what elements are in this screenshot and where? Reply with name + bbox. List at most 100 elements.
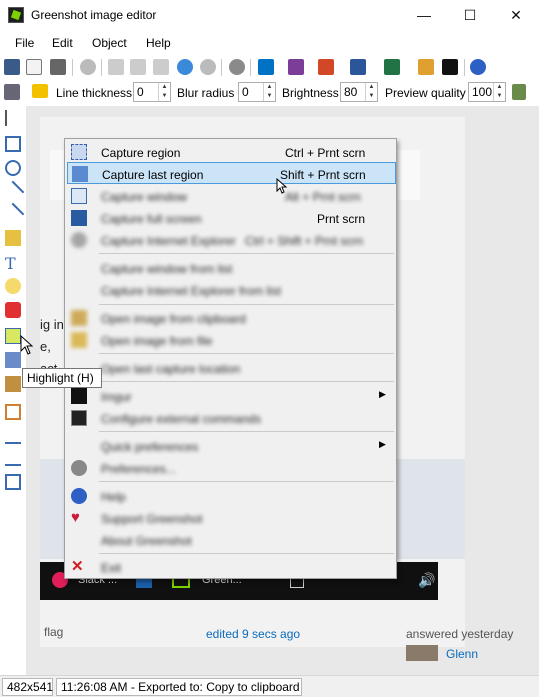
imgur-icon[interactable]	[442, 59, 458, 75]
mouse-cursor-icon	[20, 335, 34, 355]
settings-icon[interactable]	[229, 59, 245, 75]
menu-item-open-file[interactable]: Open image from file	[65, 329, 396, 351]
menu-item-exit[interactable]: ✕ Exit	[65, 556, 396, 578]
select-cursor-icon[interactable]	[5, 110, 21, 126]
menu-item-help[interactable]: Help	[65, 485, 396, 507]
highlight-tooltip: Highlight (H)	[22, 368, 102, 388]
image-dimensions: 482x541	[2, 678, 53, 696]
onenote-icon[interactable]	[288, 59, 304, 75]
edited-link[interactable]: edited 9 secs ago	[206, 627, 300, 641]
menu-item-capture-region[interactable]: Capture region Ctrl + Prnt scrn	[65, 141, 396, 163]
window-icon	[71, 188, 87, 204]
maximize-button[interactable]: ☐	[447, 0, 493, 31]
mouse-cursor-icon	[276, 178, 288, 194]
line-icon[interactable]	[1, 180, 25, 204]
word-icon[interactable]	[350, 59, 366, 75]
menu-item-last-capture-location[interactable]: Open last capture location	[65, 357, 396, 379]
clipboard-icon	[71, 310, 87, 326]
menu-item-capture-window[interactable]: Capture window Alt + Prnt scrn	[65, 185, 396, 207]
outlook-icon[interactable]	[258, 59, 274, 75]
magic-wand-icon[interactable]	[5, 376, 21, 392]
submenu-arrow-icon: ▶	[379, 439, 386, 449]
resize-icon[interactable]	[5, 474, 21, 490]
menu-item-support[interactable]: ♥ Support Greenshot	[65, 507, 396, 529]
brightness-label: Brightness	[282, 86, 339, 100]
menu-item-about[interactable]: About Greenshot	[65, 529, 396, 551]
greenshot-context-menu: Capture region Ctrl + Prnt scrn Capture …	[64, 138, 397, 579]
user-link[interactable]: Glenn	[446, 647, 478, 661]
menu-item-external-commands[interactable]: Configure external commands	[65, 407, 396, 429]
rectangle-icon[interactable]	[5, 136, 21, 152]
cut-icon[interactable]	[108, 59, 124, 75]
menu-file[interactable]: File	[15, 36, 34, 50]
command-icon	[71, 410, 87, 426]
menu-item-ie-list[interactable]: Capture Internet Explorer from list	[65, 279, 396, 301]
last-region-icon	[72, 166, 88, 182]
close-button[interactable]: ✕	[493, 0, 539, 31]
gear-icon	[71, 460, 87, 476]
excel-icon[interactable]	[384, 59, 400, 75]
undo-icon[interactable]	[177, 59, 193, 75]
menu-object[interactable]: Object	[92, 36, 127, 50]
redo-icon[interactable]	[200, 59, 216, 75]
blur-radius-label: Blur radius	[177, 86, 235, 100]
menu-item-capture-last-region[interactable]: Capture last region Shift + Prnt scrn	[67, 162, 396, 184]
region-icon	[71, 144, 87, 160]
title-bar: Greenshot image editor — ☐ ✕	[0, 0, 539, 31]
menu-help[interactable]: Help	[146, 36, 171, 50]
freehand-icon[interactable]	[5, 230, 21, 246]
main-toolbar	[0, 55, 539, 80]
menu-item-capture-ie[interactable]: Capture Internet Explorer Ctrl + Shift +…	[65, 229, 396, 251]
spinner-arrows-icon[interactable]: ▲ ▼	[365, 83, 377, 101]
obfuscate-icon[interactable]	[5, 352, 21, 368]
menu-item-preferences[interactable]: Preferences...	[65, 457, 396, 479]
submenu-arrow-icon: ▶	[379, 389, 386, 399]
clipboard-copy-icon[interactable]	[26, 59, 42, 75]
open-file-icon	[71, 332, 87, 348]
menu-item-quick-preferences[interactable]: Quick preferences ▶	[65, 435, 396, 457]
properties-icon[interactable]	[4, 84, 20, 100]
copy-icon[interactable]	[130, 59, 146, 75]
powerpoint-icon[interactable]	[318, 59, 334, 75]
spinner-arrows-icon[interactable]: ▲ ▼	[493, 83, 505, 101]
spinner-arrows-icon[interactable]: ▲ ▼	[263, 83, 275, 101]
paste-icon[interactable]	[153, 59, 169, 75]
print-icon[interactable]	[50, 59, 66, 75]
partial-text-line-1: ig in	[40, 317, 64, 332]
rotate-left-icon[interactable]	[5, 428, 21, 444]
effects-icon[interactable]	[512, 84, 526, 100]
preview-quality-input[interactable]: 100 ▲ ▼	[468, 82, 506, 102]
speechbubble-icon[interactable]	[5, 278, 21, 294]
fullscreen-icon	[71, 210, 87, 226]
ellipse-icon[interactable]	[5, 160, 21, 176]
drawing-tools: T	[0, 106, 26, 676]
menu-item-imgur[interactable]: Imgur ▶	[65, 385, 396, 407]
paint-icon[interactable]	[418, 59, 434, 75]
avatar[interactable]	[406, 645, 438, 661]
minimize-button[interactable]: —	[401, 0, 447, 31]
blur-radius-input[interactable]: 0 ▲ ▼	[238, 82, 276, 102]
text-icon[interactable]: T	[5, 254, 21, 273]
menu-item-window-list[interactable]: Capture window from list	[65, 257, 396, 279]
status-bar: 482x541 11:26:08 AM - Exported to: Copy …	[0, 675, 539, 697]
spinner-arrows-icon[interactable]: ▲ ▼	[158, 83, 170, 101]
menu-item-capture-full-screen[interactable]: Capture full screen Prnt scrn	[65, 207, 396, 229]
delete-icon[interactable]	[80, 59, 96, 75]
ie-icon	[71, 232, 87, 248]
brightness-input[interactable]: 80 ▲ ▼	[340, 82, 378, 102]
heart-icon: ♥	[71, 509, 80, 526]
flag-link[interactable]: flag	[44, 625, 63, 639]
help-icon[interactable]	[470, 59, 486, 75]
crop-icon[interactable]	[5, 404, 21, 420]
counter-icon[interactable]	[5, 302, 21, 318]
window-title: Greenshot image editor	[31, 8, 157, 22]
arrow-icon[interactable]	[1, 202, 25, 226]
partial-text-line-2: e,	[40, 339, 51, 354]
line-thickness-input[interactable]: 0 ▲ ▼	[133, 82, 171, 102]
menu-edit[interactable]: Edit	[52, 36, 73, 50]
line-thickness-label: Line thickness	[56, 86, 133, 100]
menu-item-open-clipboard[interactable]: Open image from clipboard	[65, 307, 396, 329]
save-icon[interactable]	[4, 59, 20, 75]
rotate-right-icon[interactable]	[5, 450, 21, 466]
highlight-icon[interactable]	[5, 328, 21, 344]
